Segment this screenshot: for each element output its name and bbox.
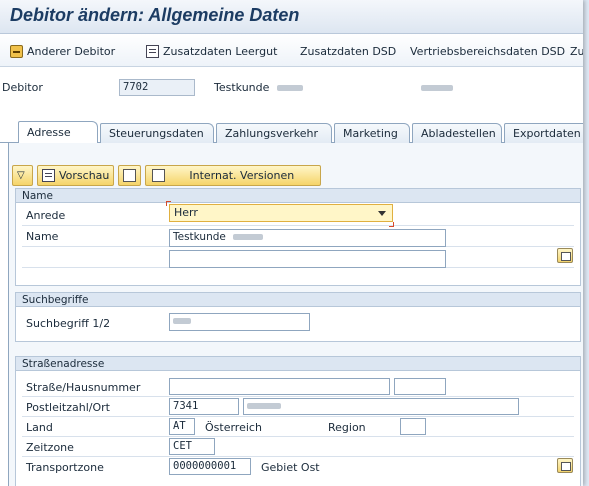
search-term-label: Suchbegriff 1/2: [26, 317, 111, 330]
transport-zone-desc: Gebiet Ost: [261, 461, 320, 474]
overflow-label: Zu: [570, 44, 583, 58]
country-field[interactable]: AT: [169, 418, 195, 435]
extra-empties-button[interactable]: Zusatzdaten Leergut: [146, 43, 277, 59]
timezone-field[interactable]: CET: [169, 438, 215, 455]
region-field[interactable]: [400, 418, 426, 435]
timezone-label: Zeitzone: [26, 441, 74, 454]
extra-dsd-button[interactable]: Zusatzdaten DSD: [300, 43, 396, 59]
house-number-field[interactable]: [394, 378, 446, 395]
row-divider: [22, 436, 574, 437]
postal-code-field[interactable]: 7341: [169, 398, 239, 415]
address-icon-button[interactable]: [118, 164, 142, 186]
extra-empties-label: Zusatzdaten Leergut: [163, 44, 278, 58]
more-fields-icon[interactable]: [557, 248, 573, 263]
salutation-value: Herr: [174, 206, 198, 219]
tab-zahlungsverkehr[interactable]: Zahlungsverkehr: [216, 123, 332, 143]
salutation-label: Anrede: [26, 209, 66, 222]
postal-label: Postleitzahl/Ort: [26, 401, 110, 414]
other-customer-label: Anderer Debitor: [27, 44, 116, 58]
sap-window: Debitor ändern: Allgemeine Daten Anderer…: [0, 0, 583, 486]
tab-exportdaten[interactable]: Exportdaten: [504, 123, 583, 143]
country-name: Österreich: [205, 421, 262, 434]
required-corner: [166, 201, 171, 206]
customer-header: Debitor 7702 Testkunde: [0, 75, 583, 99]
search-term-field[interactable]: [169, 313, 310, 331]
search-group-title: Suchbegriffe: [16, 293, 580, 307]
extra-dsd-label: Zusatzdaten DSD: [300, 44, 397, 58]
city-field[interactable]: [243, 398, 519, 415]
redacted-city: [421, 85, 453, 91]
other-customer-button[interactable]: Anderer Debitor: [10, 43, 115, 59]
switch-customer-icon: [10, 44, 23, 58]
print-preview-icon: [42, 168, 55, 182]
name2-field[interactable]: [169, 250, 446, 268]
customer-number-field[interactable]: 7702: [119, 79, 195, 96]
title-bar: Debitor ändern: Allgemeine Daten: [0, 0, 583, 34]
street-label: Straße/Hausnummer: [26, 381, 141, 394]
name-group-title: Name: [16, 189, 580, 203]
transport-zone-label: Transportzone: [26, 461, 104, 474]
preview-button[interactable]: Vorschau: [37, 164, 115, 186]
panel-toolbar: ▽ Vorschau Internat. Versionen: [12, 164, 322, 186]
chevron-down-icon: ▽: [17, 169, 25, 181]
house-icon: [123, 168, 137, 182]
application-toolbar: Anderer Debitor Zusatzdaten Leergut Zusa…: [0, 34, 583, 67]
dropdown-arrow-icon: [378, 211, 386, 216]
name1-field[interactable]: Testkunde: [169, 229, 446, 247]
intl-versions-label: Internat. Versionen: [189, 168, 295, 182]
intl-versions-button[interactable]: Internat. Versionen: [145, 164, 322, 186]
name-label: Name: [26, 230, 59, 243]
transport-zone-field[interactable]: 0000000001: [169, 458, 251, 475]
window-title: Debitor ändern: Allgemeine Daten: [10, 5, 300, 25]
tab-marketing[interactable]: Marketing: [334, 123, 410, 143]
customer-name-text: Testkunde: [214, 81, 270, 94]
salutation-dropdown[interactable]: Herr: [169, 204, 393, 222]
tab-abladestellen[interactable]: Abladestellen: [412, 123, 502, 143]
tab-adresse[interactable]: Adresse: [18, 121, 98, 143]
street-field[interactable]: [169, 378, 390, 395]
row-divider: [22, 396, 574, 397]
customer-name: Testkunde: [214, 81, 303, 94]
row-divider: [22, 456, 574, 457]
row-divider: [22, 225, 574, 226]
redacted-city: [247, 403, 281, 409]
street-address-title: Straßenadresse: [16, 357, 580, 371]
tab-strip: Adresse Steuerungsdaten Zahlungsverkehr …: [0, 121, 583, 143]
collapse-button[interactable]: ▽: [12, 164, 33, 186]
versions-icon: [152, 168, 166, 182]
sales-area-dsd-label: Vertriebsbereichsdaten DSD: [410, 44, 566, 58]
preview-label: Vorschau: [59, 168, 110, 182]
overflow-button[interactable]: Zu: [570, 43, 583, 59]
country-label: Land: [26, 421, 53, 434]
tab-steuerungsdaten[interactable]: Steuerungsdaten: [100, 123, 214, 143]
redacted-name: [233, 234, 264, 240]
sales-area-dsd-button[interactable]: Vertriebsbereichsdaten DSD: [410, 43, 565, 59]
more-fields-icon[interactable]: [557, 458, 573, 473]
region-label: Region: [328, 421, 366, 434]
row-divider: [22, 416, 574, 417]
document-icon: [146, 44, 159, 58]
redacted-search-term: [173, 318, 191, 324]
customer-label: Debitor: [2, 81, 43, 94]
required-corner: [389, 222, 394, 227]
redacted-name: [276, 85, 303, 91]
